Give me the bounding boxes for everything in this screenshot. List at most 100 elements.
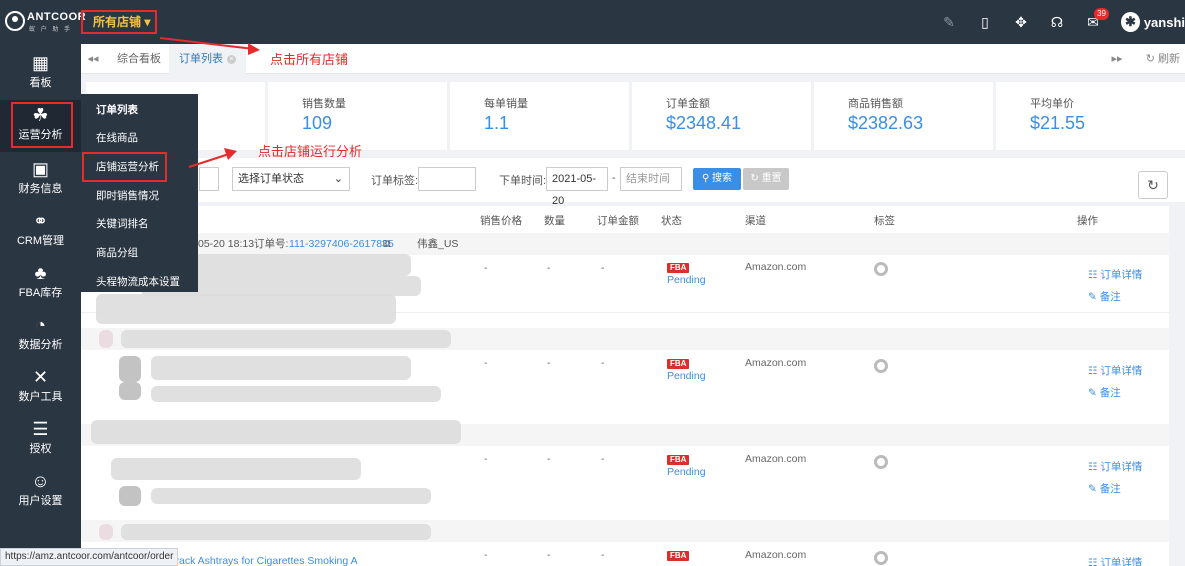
end-date-input[interactable]: 结束时间 — [620, 167, 682, 191]
product-title-link[interactable]: Pack Ashtrays for Cigarettes Smoking A — [172, 555, 358, 566]
sidebar-item-user-settings[interactable]: ☺ 用户设置 — [0, 466, 81, 518]
order-number-link[interactable]: 111-3297406-2617835 — [289, 233, 394, 255]
submenu-item-realtime-sales[interactable]: 即时销售情况 — [96, 188, 159, 203]
copy-icon[interactable]: ⧉ — [383, 233, 391, 255]
stat-label: 平均单价 — [1030, 98, 1074, 110]
column-header: 操作 — [1077, 215, 1098, 227]
submenu-item-logistics-cost[interactable]: 头程物流成本设置 — [96, 274, 180, 289]
note-link[interactable]: ✎ 备注 — [1088, 289, 1121, 304]
sidebar-item-label: 数户工具 — [18, 391, 63, 403]
store-name: 伟鑫_US — [417, 238, 459, 250]
order-detail-link[interactable]: ☷ 订单详情 — [1088, 363, 1142, 378]
operations-submenu: 订单列表 在线商品 店铺运营分析 即时销售情况 关键词排名 商品分组 头程物流成… — [81, 94, 198, 292]
reload-button[interactable]: ↻ — [1138, 171, 1168, 199]
user-icon: ☺ — [31, 471, 50, 491]
time-label: 下单时间: — [499, 175, 547, 187]
order-detail-link[interactable]: ☷ 订单详情 — [1088, 555, 1142, 566]
cell-price: - — [484, 357, 488, 369]
note-link[interactable]: ✎ 备注 — [1088, 385, 1121, 400]
cell-amount: - — [601, 549, 605, 561]
mobile-icon[interactable]: ▯ — [967, 0, 1003, 44]
refresh-icon: ↻ — [1147, 177, 1159, 193]
start-date-input[interactable]: 2021-05-20 — [546, 167, 608, 207]
tabs-refresh-button[interactable]: ↻ 刷新 — [1146, 44, 1180, 74]
link-label: 订单详情 — [1100, 461, 1143, 473]
sidebar-item-dashboard[interactable]: ▦ 看板 — [0, 48, 81, 100]
tools-icon: ✕ — [32, 367, 49, 387]
crm-icon: ⚭ — [32, 211, 49, 231]
column-header: 标签 — [874, 215, 895, 227]
fba-badge: FBA — [667, 551, 690, 561]
link-label: 订单详情 — [1100, 557, 1143, 566]
search-icon: ⚲ — [701, 173, 710, 184]
submenu-item-order-list[interactable]: 订单列表 — [96, 102, 138, 117]
column-header: 销售价格 — [480, 215, 522, 227]
fullscreen-icon[interactable]: ✥ — [1003, 0, 1039, 44]
sidebar-item-label: 用户设置 — [18, 495, 63, 507]
tag-input[interactable] — [418, 167, 476, 191]
cell-channel: Amazon.com — [745, 357, 807, 369]
stat-label: 每单销量 — [484, 98, 528, 110]
sidebar-item-label: FBA库存 — [18, 287, 63, 299]
stat-label: 商品销售额 — [848, 98, 903, 110]
pin-icon[interactable]: ✎ — [931, 0, 967, 44]
annotation-analysis: 点击店铺运行分析 — [258, 144, 363, 159]
tag-label: 订单标签: — [371, 175, 419, 187]
logo: ANTCOOR 蚁 户 助 手 — [5, 10, 86, 34]
mail-icon[interactable]: ✉ 39 — [1075, 0, 1111, 44]
link-label: 备注 — [1099, 387, 1121, 399]
blurred-region — [121, 330, 451, 348]
submenu-item-online-products[interactable]: 在线商品 — [96, 130, 138, 145]
tag-icon[interactable] — [874, 262, 888, 276]
sidebar-item-tools[interactable]: ✕ 数户工具 — [0, 362, 81, 414]
annotation-store: 点击所有店铺 — [270, 52, 349, 67]
note-link[interactable]: ✎ 备注 — [1088, 481, 1121, 496]
submenu-item-product-groups[interactable]: 商品分组 — [96, 245, 138, 260]
order-number-label: 订单号: — [254, 238, 289, 250]
status-text: Pending — [667, 370, 706, 382]
date-separator: - — [612, 172, 616, 184]
reset-label: 重置 — [761, 173, 782, 184]
blurred-region — [121, 524, 431, 540]
sidebar-item-data-analysis[interactable]: ◔ 数据分析 — [0, 310, 81, 362]
tabs-prev-icon[interactable]: ◂◂ — [81, 44, 105, 74]
sidebar-item-label: 财务信息 — [18, 183, 63, 195]
search-button[interactable]: ⚲ 搜索 — [693, 168, 741, 190]
annotation-arrow-analysis — [188, 148, 237, 168]
search-label: 搜索 — [712, 173, 733, 184]
order-time: 05-20 18:13 — [198, 238, 255, 250]
reset-button[interactable]: ↻ 重置 — [743, 168, 789, 190]
headset-icon[interactable]: ☊ — [1039, 0, 1075, 44]
store-selector-button[interactable]: 所有店铺 ▾ — [81, 10, 157, 34]
sidebar-item-finance[interactable]: ▣ 财务信息 — [0, 154, 81, 206]
tabs-next-icon[interactable]: ▸▸ — [1105, 44, 1129, 74]
submenu-item-keyword-rank[interactable]: 关键词排名 — [96, 216, 149, 231]
logo-subtext: 蚁 户 助 手 — [29, 27, 73, 33]
tag-icon[interactable] — [874, 551, 888, 565]
sidebar-item-label: 数据分析 — [18, 339, 63, 351]
stat-value: 1.1 — [484, 113, 510, 133]
column-header: 数量 — [544, 215, 565, 227]
browser-status-url: https://amz.antcoor.com/antcoor/order — [0, 548, 179, 566]
sidebar-item-fba[interactable]: ♣ FBA库存 — [0, 258, 81, 310]
sidebar-item-auth[interactable]: ☰ 授权 — [0, 414, 81, 466]
tag-icon[interactable] — [874, 359, 888, 373]
sidebar-item-crm[interactable]: ⚭ CRM管理 — [0, 206, 81, 258]
sidebar-item-label: 看板 — [29, 77, 52, 89]
cell-channel: Amazon.com — [745, 549, 807, 561]
stat-card-order-amount: 订单金额 $2348.41 — [632, 82, 811, 150]
column-header: 状态 — [661, 215, 682, 227]
blurred-region — [111, 458, 361, 480]
tag-icon[interactable] — [874, 455, 888, 469]
link-label: 备注 — [1099, 483, 1121, 495]
cell-amount: - — [601, 357, 605, 369]
order-detail-link[interactable]: ☷ 订单详情 — [1088, 459, 1142, 474]
blurred-region — [119, 486, 141, 506]
status-select[interactable]: 选择订单状态 ⌄ — [232, 167, 350, 191]
blurred-region — [119, 382, 141, 400]
user-menu[interactable]: ✱ yanshi — [1111, 12, 1185, 32]
column-header: 渠道 — [745, 215, 766, 227]
cell-price: - — [484, 453, 488, 465]
order-detail-link[interactable]: ☷ 订单详情 — [1088, 267, 1142, 282]
blurred-region — [99, 524, 113, 540]
